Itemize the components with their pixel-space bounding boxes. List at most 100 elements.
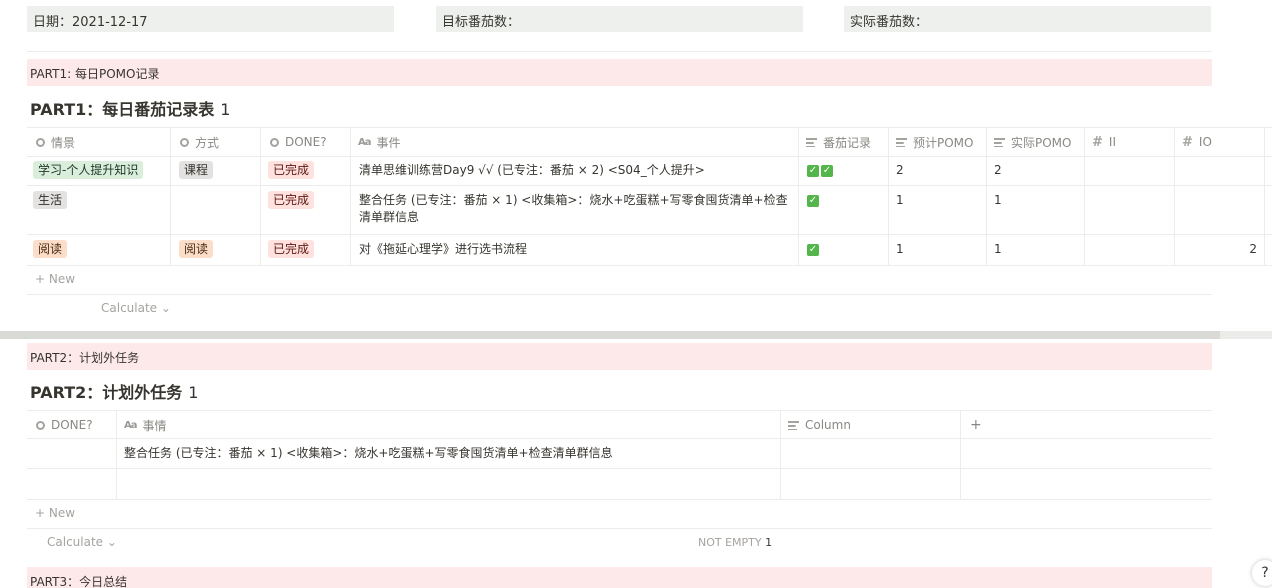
plus-icon: + xyxy=(970,417,982,433)
part2-table-title[interactable]: PART2：计划外任务 1 xyxy=(30,379,198,403)
checkmark-icon: ✓ xyxy=(821,164,833,177)
text-property-icon xyxy=(896,137,907,147)
text-property-icon xyxy=(788,420,799,430)
part3-callout-text: PART3：今日总结 xyxy=(30,575,128,588)
col-header-label: II xyxy=(1108,135,1116,149)
chevron-down-icon: ⌄ xyxy=(106,535,117,549)
table-row-3-done[interactable]: 已完成 xyxy=(268,240,315,258)
table-row-3-event[interactable]: 对《拖延心理学》进行选书流程 xyxy=(359,241,791,258)
new-label: New xyxy=(48,506,76,520)
title-text-icon: Aa xyxy=(124,419,137,431)
part2-calculate-button[interactable]: Calculate ⌄ xyxy=(47,535,117,549)
col-header-done[interactable]: DONE? xyxy=(36,411,93,439)
done-tag: 已完成 xyxy=(268,161,315,179)
table-row-1-task[interactable]: 整合任务 (已专注：番茄 × 1) <收集箱>：烧水+吃蛋糕+写零食囤货清单+检… xyxy=(124,445,774,462)
col-header-method[interactable]: 方式 xyxy=(180,128,219,156)
part3-callout: PART3：今日总结 xyxy=(27,567,1212,588)
table-row-2-act[interactable]: 1 xyxy=(994,192,1002,209)
col-header-label: IO xyxy=(1198,135,1212,149)
scene-tag: 生活 xyxy=(33,191,68,209)
plus-icon: + xyxy=(35,506,46,520)
checkmark-icon: ✓ xyxy=(807,194,819,207)
part1-callout: PART1: 每日POMO记录 xyxy=(27,59,1212,86)
help-button[interactable]: ? xyxy=(1252,560,1272,586)
table-row-3-pomo-record[interactable]: ✓ xyxy=(807,241,821,258)
scrollbar-end xyxy=(1220,331,1272,339)
table-row-1-scene[interactable]: 学习-个人提升知识 xyxy=(33,161,144,179)
select-icon xyxy=(180,137,189,147)
chevron-down-icon: ⌄ xyxy=(160,301,171,315)
event-text: 对《拖延心理学》进行选书流程 xyxy=(359,242,528,256)
col-header-label: Column xyxy=(805,418,851,432)
col-header-pomo-record[interactable]: 番茄记录 xyxy=(806,128,871,156)
not-empty-label: NOT EMPTY xyxy=(698,536,762,549)
col-header-label: DONE? xyxy=(285,135,327,149)
scene-tag: 学习-个人提升知识 xyxy=(33,161,144,179)
task-text: 整合任务 (已专注：番茄 × 1) <收集箱>：烧水+吃蛋糕+写零食囤货清单+检… xyxy=(124,446,613,460)
col-header-column[interactable]: Column xyxy=(788,411,851,439)
method-tag: 阅读 xyxy=(179,240,214,258)
table-row-1-method[interactable]: 课程 xyxy=(179,161,214,179)
date-label: 日期：2021-12-17 xyxy=(33,15,148,30)
part1-new-row-button[interactable]: + New xyxy=(35,272,75,286)
table-row-1-est[interactable]: 2 xyxy=(896,162,904,179)
text-property-icon xyxy=(806,137,817,147)
col-header-label: 实际POMO xyxy=(1011,135,1072,150)
calculate-label: Calculate xyxy=(101,301,158,315)
col-header-ii[interactable]: # II xyxy=(1092,128,1116,156)
calculate-label: Calculate xyxy=(47,535,104,549)
plus-icon: + xyxy=(35,272,46,286)
scene-tag: 阅读 xyxy=(33,240,68,258)
part1-title-text: PART1：每日番茄记录表 xyxy=(30,100,215,119)
date-field[interactable]: 日期：2021-12-17 xyxy=(27,6,394,32)
part2-title-text: PART2：计划外任务 xyxy=(30,383,183,402)
number-property-icon: # xyxy=(1182,134,1193,150)
number-property-icon: # xyxy=(1092,134,1103,150)
col-header-task[interactable]: Aa 事情 xyxy=(124,411,167,439)
col-header-done[interactable]: DONE? xyxy=(270,128,327,156)
col-header-event[interactable]: Aa 事件 xyxy=(358,128,401,156)
checkmark-icon: ✓ xyxy=(807,164,819,177)
table-row-1-act[interactable]: 2 xyxy=(994,162,1002,179)
select-icon xyxy=(36,420,45,430)
part1-calculate-button[interactable]: Calculate ⌄ xyxy=(101,301,171,315)
col-header-est-pomo[interactable]: 预计POMO xyxy=(896,128,973,156)
table-row-2-done[interactable]: 已完成 xyxy=(268,191,315,209)
help-icon: ? xyxy=(1261,565,1269,581)
target-pomo-field[interactable]: 目标番茄数： xyxy=(436,6,803,32)
table-row-3-est[interactable]: 1 xyxy=(896,241,904,258)
actual-pomo-field[interactable]: 实际番茄数： xyxy=(844,6,1211,32)
table-row-2-scene[interactable]: 生活 xyxy=(33,191,68,209)
col-header-io[interactable]: # IO xyxy=(1182,128,1212,156)
event-text: 清单思维训练营Day9 √√ (已专注：番茄 × 2) <S04_个人提升> xyxy=(359,163,705,177)
table-row-3-scene[interactable]: 阅读 xyxy=(33,240,68,258)
table-row-2-event[interactable]: 整合任务 (已专注：番茄 × 1) <收集箱>：烧水+吃蛋糕+写零食囤货清单+检… xyxy=(359,192,791,226)
select-icon xyxy=(270,137,279,147)
checkmark-icon: ✓ xyxy=(807,243,819,256)
table-row-3-io[interactable]: 2 xyxy=(1180,241,1257,258)
col-header-label: 事情 xyxy=(142,418,167,433)
add-column-button[interactable]: + xyxy=(970,411,982,439)
part1-table-title[interactable]: PART1：每日番茄记录表 1 xyxy=(30,96,230,120)
part2-new-row-button[interactable]: + New xyxy=(35,506,75,520)
meta-divider xyxy=(27,51,1212,52)
text-property-icon xyxy=(994,137,1005,147)
table-row-1-done[interactable]: 已完成 xyxy=(268,161,315,179)
title-text-icon: Aa xyxy=(358,136,371,148)
table-row-3-act[interactable]: 1 xyxy=(994,241,1002,258)
scrollbar-track[interactable] xyxy=(0,331,1220,339)
table-row-2-pomo-record[interactable]: ✓ xyxy=(807,192,821,209)
part1-count: 1 xyxy=(220,100,231,119)
table-row-1-event[interactable]: 清单思维训练营Day9 √√ (已专注：番茄 × 2) <S04_个人提升> xyxy=(359,162,791,179)
table-row-2-est[interactable]: 1 xyxy=(896,192,904,209)
part1-callout-text: PART1: 每日POMO记录 xyxy=(30,67,160,81)
table-row-3-method[interactable]: 阅读 xyxy=(179,240,214,258)
event-text: 整合任务 (已专注：番茄 × 1) <收集箱>：烧水+吃蛋糕+写零食囤货清单+检… xyxy=(359,193,788,224)
actual-pomo-label: 实际番茄数： xyxy=(850,15,929,30)
col-header-act-pomo[interactable]: 实际POMO xyxy=(994,128,1071,156)
col-header-label: 事件 xyxy=(376,135,401,150)
col-header-scene[interactable]: 情景 xyxy=(36,128,75,156)
target-pomo-label: 目标番茄数： xyxy=(442,15,521,30)
table-row-1-pomo-record[interactable]: ✓ ✓ xyxy=(807,162,835,179)
not-empty-summary[interactable]: NOT EMPTY 1 xyxy=(698,536,772,549)
